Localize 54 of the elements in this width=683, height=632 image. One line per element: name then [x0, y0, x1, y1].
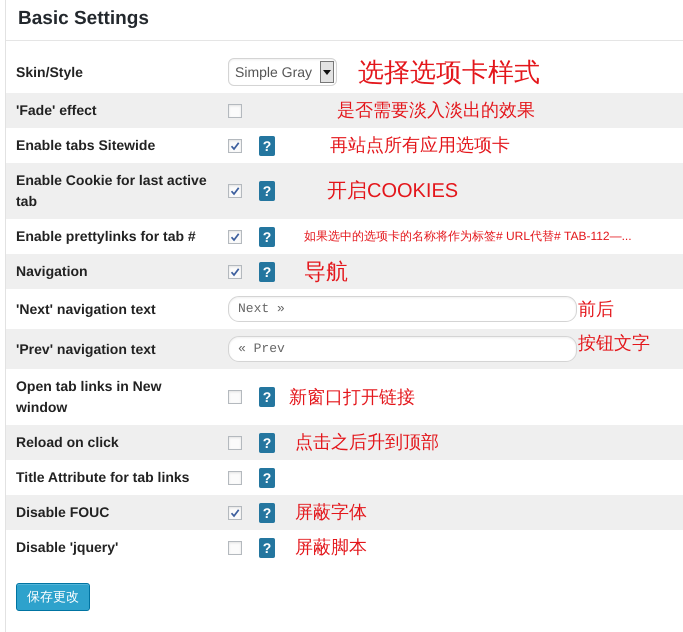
- setting-label: Navigation: [16, 262, 89, 281]
- annotation-text: 屏蔽脚本: [295, 537, 367, 558]
- help-button[interactable]: ?: [259, 226, 275, 246]
- annotation-text: 新窗口打开链接: [289, 386, 415, 408]
- setting-label: Disable FOUC: [16, 503, 110, 522]
- setting-label: 'Next' navigation text: [16, 300, 157, 319]
- annotation-text: 导航: [304, 261, 348, 282]
- text-field[interactable]: « Prev: [228, 336, 577, 362]
- annotation-text: 点击之后升到顶部: [295, 432, 439, 453]
- setting-label: 'Prev' navigation text: [16, 340, 157, 359]
- save-button[interactable]: 保存更改: [16, 583, 90, 611]
- help-button[interactable]: ?: [259, 136, 275, 156]
- setting-label: Enable Cookie for last active tab: [16, 171, 208, 211]
- checkbox[interactable]: [228, 264, 242, 278]
- setting-label: Skin/Style: [16, 62, 84, 82]
- check-icon: [230, 186, 240, 196]
- checkbox[interactable]: [228, 506, 242, 520]
- skin-select[interactable]: Simple Gray: [228, 58, 337, 86]
- help-button[interactable]: ?: [259, 387, 275, 407]
- setting-label: Disable 'jquery': [16, 538, 120, 557]
- check-icon: [230, 140, 240, 150]
- setting-label: Enable tabs Sitewide: [16, 136, 156, 155]
- checkbox[interactable]: [228, 540, 242, 554]
- checkbox[interactable]: [228, 436, 242, 450]
- setting-label: 'Fade' effect: [16, 101, 98, 120]
- checkbox[interactable]: [228, 138, 242, 152]
- annotation-text: 屏蔽字体: [295, 502, 367, 523]
- check-icon: [230, 266, 240, 276]
- annotation-text: 前后: [578, 298, 614, 320]
- setting-label: Enable prettylinks for tab #: [16, 227, 197, 246]
- annotation-text: 选择选项卡样式: [358, 58, 540, 86]
- checkbox[interactable]: [228, 230, 242, 244]
- checkbox[interactable]: [228, 104, 242, 118]
- check-icon: [230, 508, 240, 518]
- setting-label: Open tab links in New window: [16, 377, 162, 417]
- setting-label: Title Attribute for tab links: [16, 468, 190, 487]
- annotation-text: 开启COOKIES: [327, 180, 458, 202]
- help-button[interactable]: ?: [259, 468, 275, 488]
- checkbox[interactable]: [228, 184, 242, 198]
- help-button[interactable]: ?: [259, 502, 275, 522]
- page-title: Basic Settings: [18, 7, 150, 31]
- help-button[interactable]: ?: [259, 432, 275, 452]
- checkbox[interactable]: [228, 470, 242, 484]
- annotation-text: 如果选中的选项卡的名称将作为标签# URL代替# TAB-112—...: [304, 228, 632, 245]
- help-button[interactable]: ?: [259, 181, 275, 201]
- annotation-text: 再站点所有应用选项卡: [330, 135, 510, 156]
- text-field[interactable]: Next »: [228, 296, 577, 322]
- annotation-text: 是否需要淡入淡出的效果: [337, 100, 535, 121]
- annotation-text: 按钮文字: [578, 332, 650, 354]
- help-button[interactable]: ?: [259, 262, 275, 282]
- setting-label: Reload on click: [16, 433, 120, 452]
- check-icon: [230, 232, 240, 242]
- help-button[interactable]: ?: [259, 538, 275, 558]
- checkbox[interactable]: [228, 390, 242, 404]
